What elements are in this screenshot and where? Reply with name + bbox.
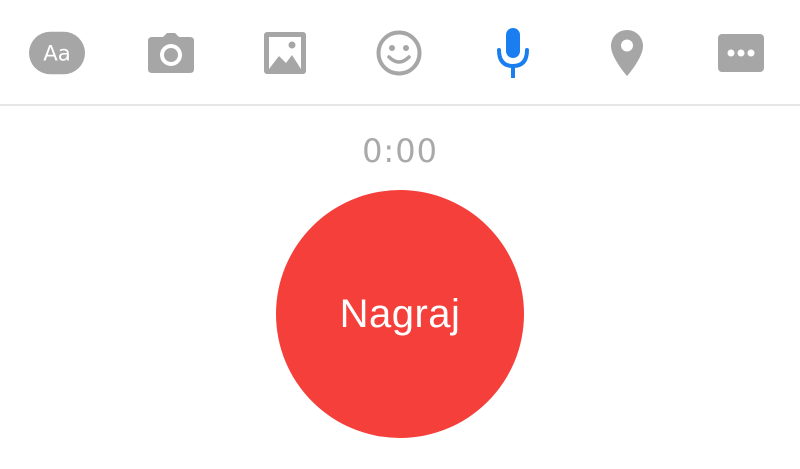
gallery-button[interactable] xyxy=(257,25,313,81)
text-icon: Aa xyxy=(29,31,85,75)
more-button[interactable] xyxy=(713,25,769,81)
voice-recorder-screen: Aa 0:00 Nagraj xyxy=(0,0,800,469)
emoji-icon xyxy=(376,30,422,76)
camera-icon xyxy=(148,33,194,73)
microphone-icon xyxy=(497,28,529,78)
recording-timer: 0:00 xyxy=(362,132,438,170)
camera-button[interactable] xyxy=(143,25,199,81)
more-icon xyxy=(718,34,764,72)
location-icon xyxy=(611,30,643,76)
text-button[interactable]: Aa xyxy=(29,25,85,81)
record-button[interactable]: Nagraj xyxy=(276,190,524,438)
location-button[interactable] xyxy=(599,25,655,81)
record-button-label: Nagraj xyxy=(339,291,461,336)
gallery-icon xyxy=(264,32,306,74)
text-icon-label: Aa xyxy=(43,42,71,67)
composer-toolbar: Aa xyxy=(0,0,800,106)
emoji-button[interactable] xyxy=(371,25,427,81)
microphone-button[interactable] xyxy=(485,25,541,81)
